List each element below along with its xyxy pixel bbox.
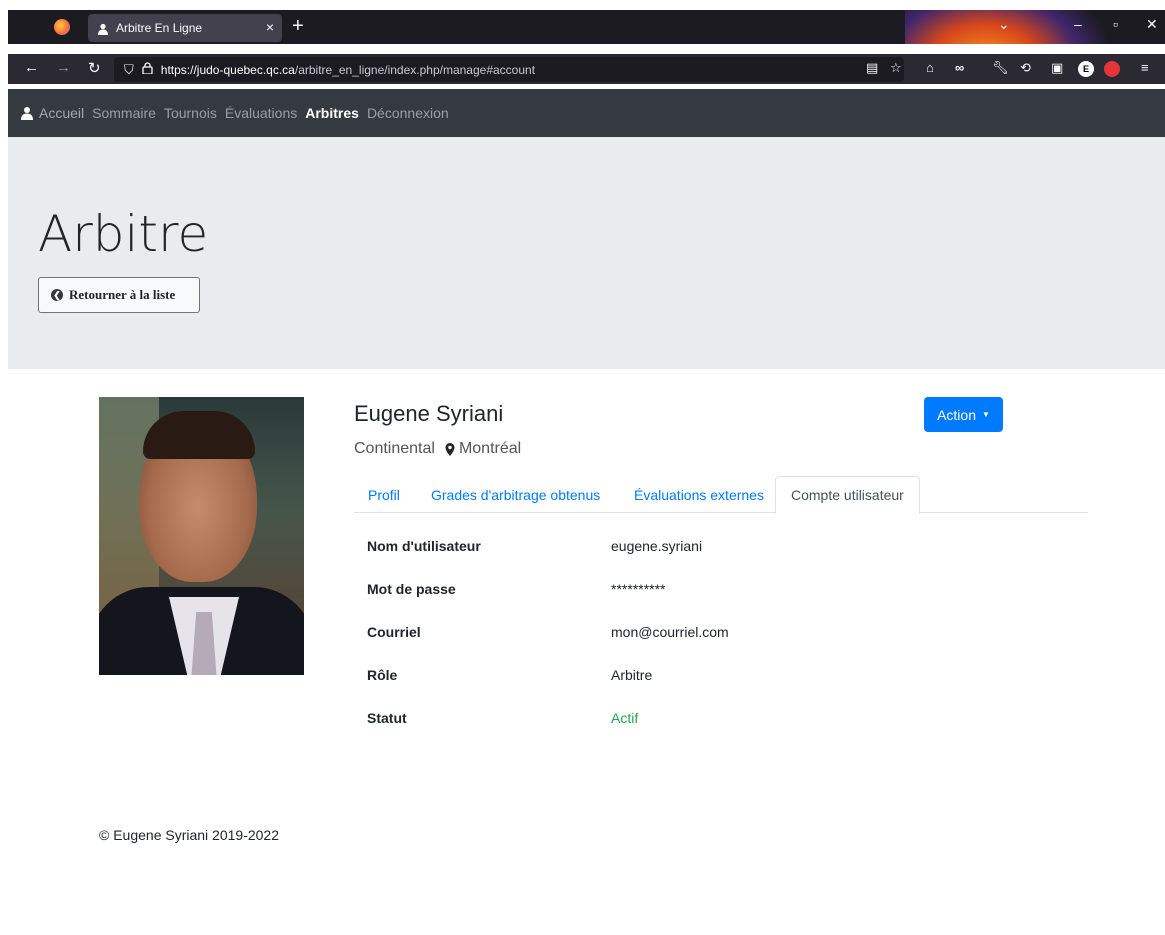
lock-icon[interactable]	[142, 62, 153, 77]
url-path: /arbitre_en_ligne/index.php/manage#accou…	[294, 62, 536, 77]
map-pin-icon	[445, 442, 455, 456]
nav-sommaire[interactable]: Sommaire	[92, 105, 156, 121]
minimize-icon[interactable]: –	[1074, 16, 1082, 32]
maximize-icon[interactable]: ▫	[1113, 16, 1118, 32]
row-label: Nom d'utilisateur	[367, 538, 481, 554]
infinity-extension-icon[interactable]: ∞	[955, 60, 964, 75]
url-domain: https://judo-quebec.qc.ca	[160, 62, 295, 77]
row-value: mon@courriel.com	[611, 624, 729, 640]
person-icon	[96, 21, 110, 35]
tab-evaluations-externes[interactable]: Évaluations externes	[634, 476, 764, 513]
site-navbar: Accueil Sommaire Tournois Évaluations Ar…	[8, 89, 1165, 137]
action-label: Action	[937, 406, 976, 423]
home-icon[interactable]: ⌂	[926, 60, 934, 75]
close-tab-icon[interactable]: ×	[266, 19, 274, 35]
profile-tabs: Profil Grades d'arbitrage obtenus Évalua…	[354, 476, 1088, 514]
firefox-icon[interactable]	[54, 19, 70, 35]
row-label: Mot de passe	[367, 581, 456, 597]
back-arrow-icon[interactable]: ←	[24, 59, 39, 76]
history-icon[interactable]: ⟲	[1020, 60, 1031, 76]
wrench-icon[interactable]: 🔧︎	[992, 60, 1009, 76]
page-header: Arbitre ❮ Retourner à la liste	[8, 137, 1165, 369]
caret-down-icon: ▼	[982, 410, 990, 419]
tab-compte-utilisateur[interactable]: Compte utilisateur	[775, 476, 920, 514]
referee-city: Montréal	[458, 440, 522, 457]
footer-copyright: © Eugene Syriani 2019-2022	[99, 827, 279, 843]
forward-arrow-icon[interactable]: →	[56, 59, 71, 76]
back-button-label: Retourner à la liste	[69, 287, 176, 302]
tab-title: Arbitre En Ligne	[116, 21, 203, 35]
address-bar[interactable]: ⛉ https://judo-quebec.qc.ca/arbitre_en_l…	[114, 57, 904, 82]
page-title: Arbitre	[38, 205, 209, 263]
tab-profil[interactable]: Profil	[368, 476, 400, 513]
bookmark-star-icon[interactable]: ☆	[890, 60, 902, 76]
row-value: **********	[611, 581, 666, 597]
row-value: eugene.syriani	[611, 538, 703, 554]
extension-e-icon[interactable]: E	[1078, 61, 1094, 77]
referee-name: Eugene Syriani	[354, 401, 504, 426]
reload-icon[interactable]: ↻	[88, 59, 101, 77]
referee-subtitle: Continental Montréal	[354, 440, 521, 458]
person-icon	[21, 107, 33, 120]
row-label: Statut	[367, 710, 407, 726]
shield-icon[interactable]: ⛉	[124, 62, 134, 78]
nav-deconnexion[interactable]: Déconnexion	[367, 105, 449, 121]
ublock-icon[interactable]	[1104, 61, 1120, 77]
reader-view-icon[interactable]: ▤	[866, 60, 878, 76]
nav-tournois[interactable]: Tournois	[164, 105, 217, 121]
back-to-list-button[interactable]: ❮ Retourner à la liste	[38, 277, 200, 313]
row-label: Rôle	[367, 667, 398, 683]
screenshot-icon[interactable]: ▣	[1051, 60, 1063, 76]
browser-titlebar: Arbitre En Ligne × + ⌄ – ▫ ✕	[8, 10, 1165, 44]
list-tabs-icon[interactable]: ⌄	[998, 16, 1010, 33]
browser-tab[interactable]: Arbitre En Ligne ×	[88, 14, 282, 42]
menu-icon[interactable]: ≡	[1141, 60, 1149, 75]
browser-toolbar: ← → ↻ ⛉ https://judo-quebec.qc.ca/arbitr…	[8, 54, 1165, 84]
nav-brand[interactable]: Accueil	[20, 105, 84, 121]
referee-photo	[99, 397, 304, 675]
referee-level: Continental	[354, 440, 435, 457]
nav-evaluations[interactable]: Évaluations	[225, 105, 297, 121]
action-dropdown-button[interactable]: Action ▼	[924, 397, 1003, 432]
close-window-icon[interactable]: ✕	[1146, 16, 1158, 33]
new-tab-button[interactable]: +	[292, 15, 304, 37]
tab-grades[interactable]: Grades d'arbitrage obtenus	[431, 476, 600, 513]
row-label: Courriel	[367, 624, 421, 640]
row-value: Arbitre	[611, 667, 653, 683]
nav-home-link[interactable]: Accueil	[39, 105, 84, 121]
status-value: Actif	[611, 710, 639, 726]
circle-arrow-left-icon: ❮	[51, 289, 63, 301]
nav-arbitres[interactable]: Arbitres	[305, 105, 359, 121]
